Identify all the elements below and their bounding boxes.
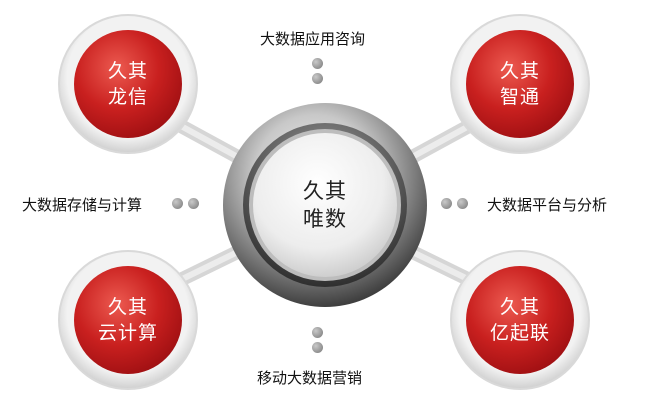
dot-left-2 (188, 198, 199, 209)
dot-right-1 (441, 198, 452, 209)
label-right: 大数据平台与分析 (487, 196, 608, 214)
dot-top-2 (312, 73, 323, 84)
dot-right-2 (457, 198, 468, 209)
label-left: 大数据存储与计算 (22, 196, 143, 214)
dot-bottom-1 (312, 327, 323, 338)
center-hub-circle (223, 103, 427, 307)
node-top-right-circle (450, 14, 590, 154)
node-top-left-circle (58, 14, 198, 154)
dot-left-1 (172, 198, 183, 209)
node-bottom-left-circle (58, 250, 198, 390)
jiuqi-product-diagram: 久其 龙信 久其 智通 久其 云计算 久其 亿起联 久其 唯数 大数据应用咨询 … (0, 0, 650, 411)
node-bottom-right-circle (450, 250, 590, 390)
dot-bottom-2 (312, 342, 323, 353)
label-bottom: 移动大数据营销 (257, 369, 363, 387)
dot-top-1 (312, 58, 323, 69)
label-top: 大数据应用咨询 (260, 30, 366, 48)
